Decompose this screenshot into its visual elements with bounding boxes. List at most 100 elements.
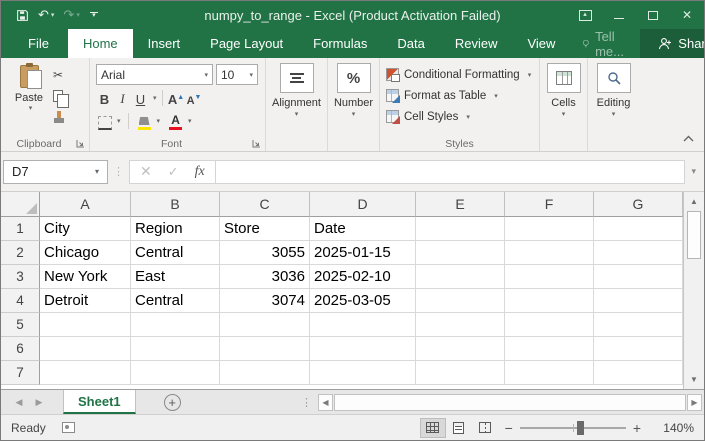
cell-D4[interactable]: 2025-03-05 [310,289,416,313]
cell-F4[interactable] [505,289,594,313]
cell-E7[interactable] [416,361,505,385]
tab-review[interactable]: Review [440,29,513,58]
enter-icon[interactable]: ✓ [168,164,179,180]
cell-C3[interactable]: 3036 [220,265,310,289]
bold-button[interactable]: B [96,88,113,108]
borders-dropdown-icon[interactable]: ▾ [117,117,121,125]
cell-D2[interactable]: 2025-01-15 [310,241,416,265]
cell-C6[interactable] [220,337,310,361]
cut-button[interactable]: ✂ [51,66,72,84]
number-group[interactable]: % Number ▾ [327,58,379,151]
row-header-1[interactable]: 1 [1,217,40,241]
zoom-in-button[interactable]: + [626,420,648,436]
horizontal-scroll-thumb[interactable] [334,394,686,411]
cell-A5[interactable] [40,313,131,337]
editing-dropdown-icon[interactable]: ▾ [612,110,616,118]
cell-E5[interactable] [416,313,505,337]
cell-F5[interactable] [505,313,594,337]
cell-B2[interactable]: Central [131,241,220,265]
cell-E1[interactable] [416,217,505,241]
grow-font-button[interactable]: A▲ [168,88,185,108]
cell-C2[interactable]: 3055 [220,241,310,265]
vertical-scroll-thumb[interactable] [687,211,701,259]
close-button[interactable]: ✕ [670,1,704,29]
cell-F3[interactable] [505,265,594,289]
cell-G5[interactable] [594,313,683,337]
maximize-button[interactable] [636,1,670,29]
cell-F2[interactable] [505,241,594,265]
row-header-4[interactable]: 4 [1,289,40,313]
font-color-dropdown-icon[interactable]: ▾ [188,117,192,125]
cell-F1[interactable] [505,217,594,241]
format-painter-button[interactable] [51,108,72,126]
scroll-up-icon[interactable]: ▲ [684,192,704,211]
row-header-5[interactable]: 5 [1,313,40,337]
cell-C7[interactable] [220,361,310,385]
format-as-table-dropdown-icon[interactable]: ▾ [494,92,498,100]
column-header-D[interactable]: D [310,192,416,217]
cell-A2[interactable]: Chicago [40,241,131,265]
cell-B1[interactable]: Region [131,217,220,241]
customize-qat-button[interactable]: ▾ [86,12,102,18]
cell-D3[interactable]: 2025-02-10 [310,265,416,289]
zoom-slider[interactable] [520,427,626,429]
select-all-corner[interactable] [1,192,40,217]
shrink-font-button[interactable]: A▼ [186,88,203,108]
fill-color-button[interactable] [136,111,153,131]
paste-button[interactable]: Paste ▾ [7,62,51,135]
fill-color-dropdown-icon[interactable]: ▾ [157,117,161,125]
alignment-group[interactable]: Alignment ▾ [265,58,327,151]
tab-file[interactable]: File [9,29,68,58]
vertical-scrollbar[interactable]: ▲ ▼ [683,192,704,389]
ribbon-display-options-button[interactable]: ▴ [568,1,602,29]
column-header-A[interactable]: A [40,192,131,217]
macro-record-icon[interactable] [62,422,75,433]
row-header-3[interactable]: 3 [1,265,40,289]
sheet-nav-right-icon[interactable]: ▶ [29,390,49,414]
underline-dropdown-icon[interactable]: ▾ [153,94,157,102]
cell-B3[interactable]: East [131,265,220,289]
cell-B5[interactable] [131,313,220,337]
tab-data[interactable]: Data [382,29,439,58]
cell-F7[interactable] [505,361,594,385]
number-dropdown-icon[interactable]: ▾ [352,110,356,118]
column-header-G[interactable]: G [594,192,683,217]
cell-F6[interactable] [505,337,594,361]
cell-C4[interactable]: 3074 [220,289,310,313]
cell-styles-dropdown-icon[interactable]: ▾ [466,113,470,121]
sheet-tab-sheet1[interactable]: Sheet1 [63,390,136,414]
column-header-B[interactable]: B [131,192,220,217]
redo-button[interactable]: ↷▾ [60,4,82,26]
font-name-combo[interactable]: Arial▾ [96,64,213,85]
row-header-7[interactable]: 7 [1,361,40,385]
cancel-icon[interactable]: ✕ [140,163,152,180]
row-header-6[interactable]: 6 [1,337,40,361]
formula-bar-separator[interactable]: ⋮ [113,165,124,178]
h-scroll-left-icon[interactable]: ◀ [318,394,333,411]
redo-dropdown-icon[interactable]: ▾ [76,11,80,19]
cell-G4[interactable] [594,289,683,313]
column-header-F[interactable]: F [505,192,594,217]
cell-A3[interactable]: New York [40,265,131,289]
scroll-down-icon[interactable]: ▼ [684,370,704,389]
editing-group[interactable]: Editing ▾ [587,58,639,151]
borders-button[interactable] [96,111,113,131]
cell-A7[interactable] [40,361,131,385]
tab-home[interactable]: Home [68,29,133,58]
insert-function-icon[interactable]: fx [195,164,205,180]
italic-button[interactable]: I [114,88,131,108]
zoom-out-button[interactable]: − [498,420,520,436]
cell-A4[interactable]: Detroit [40,289,131,313]
cell-G3[interactable] [594,265,683,289]
cell-D1[interactable]: Date [310,217,416,241]
tab-page-layout[interactable]: Page Layout [195,29,298,58]
cell-G2[interactable] [594,241,683,265]
cell-B6[interactable] [131,337,220,361]
name-box[interactable]: D7▾ [3,160,108,184]
cell-G1[interactable] [594,217,683,241]
cell-B4[interactable]: Central [131,289,220,313]
undo-button[interactable]: ↶▾ [35,4,57,26]
page-break-view-button[interactable] [472,418,498,438]
cell-A1[interactable]: City [40,217,131,241]
normal-view-button[interactable] [420,418,446,438]
